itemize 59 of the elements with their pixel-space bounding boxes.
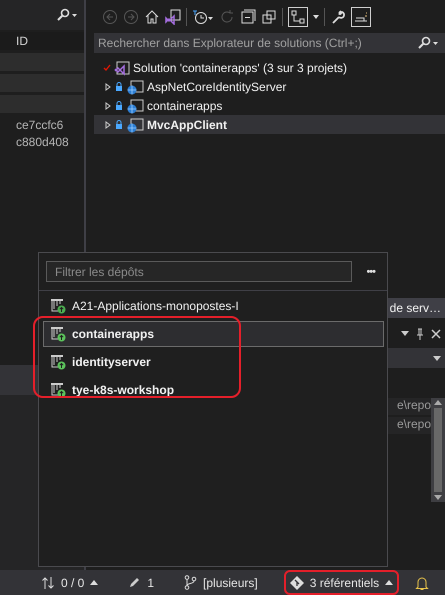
web-project-icon (126, 98, 144, 114)
branch-button[interactable]: [plusieurs] (180, 570, 262, 595)
expand-arrow-icon[interactable] (104, 102, 112, 110)
repository-item[interactable]: tye-k8s-workshop (43, 377, 384, 403)
copy-icon[interactable] (261, 8, 277, 24)
dropdown-caret-icon[interactable] (401, 331, 409, 337)
home-icon[interactable] (144, 8, 160, 24)
filter-field[interactable]: Filtrer les dépôts (46, 261, 352, 282)
visual-studio-icon[interactable] (165, 8, 181, 24)
repository-icon (50, 298, 66, 314)
web-project-icon (126, 116, 144, 132)
branch-icon (184, 575, 198, 590)
tree-item[interactable]: MvcAppClient (94, 115, 445, 134)
commit-id: ce7ccfc6 (16, 118, 64, 132)
expand-arrow-icon[interactable] (104, 82, 112, 90)
hierarchy-glyph (290, 8, 306, 24)
hierarchy-icon[interactable] (288, 6, 308, 26)
tree-item[interactable]: Solution 'containerapps' (3 sur 3 projets) (94, 58, 445, 77)
history-icon[interactable] (192, 8, 214, 24)
repository-item[interactable]: identityserver (43, 349, 384, 375)
search-icon[interactable] (56, 8, 78, 22)
check-icon (103, 64, 111, 72)
scroll-down-icon[interactable] (434, 495, 442, 500)
tree-item[interactable]: containerapps (94, 96, 445, 115)
lock-icon (115, 100, 123, 110)
scroll-up-icon[interactable] (434, 400, 442, 405)
repository-icon (50, 326, 66, 342)
repository-item[interactable]: containerapps (43, 321, 384, 347)
preview-icon[interactable] (351, 6, 371, 26)
caret-up-icon (90, 580, 98, 585)
commit-id: c880d408 (16, 134, 69, 148)
dropdown-caret-icon[interactable] (313, 14, 319, 18)
repository-icon (50, 382, 66, 398)
tree-item[interactable]: AspNetCoreIdentityServer (94, 77, 445, 96)
changes-button[interactable]: 1 (124, 570, 158, 595)
expand-arrow-icon[interactable] (104, 120, 112, 128)
solution-icon (114, 60, 130, 76)
scrollbar-thumb[interactable] (434, 408, 442, 492)
search-icon[interactable] (417, 36, 439, 50)
git-icon (290, 576, 304, 590)
column-header: ID (16, 34, 28, 48)
web-project-icon (126, 78, 144, 94)
pencil-icon (128, 576, 142, 589)
sync-button[interactable]: 0 / 0 (37, 570, 102, 595)
repository-icon (50, 354, 66, 370)
sync-arrows-icon (41, 576, 55, 590)
lock-icon (115, 82, 123, 92)
more-button[interactable]: ••• (360, 266, 381, 278)
repository-item[interactable]: A21-Applications-monopostes-I (43, 293, 384, 319)
caret-up-icon (385, 580, 394, 585)
panel-tab[interactable]: de serv… (386, 298, 445, 318)
close-icon[interactable] (431, 329, 441, 339)
repositories-button[interactable]: 3 référentiels (284, 570, 400, 595)
bell-icon[interactable] (415, 576, 430, 590)
wrench-icon[interactable] (330, 8, 346, 24)
collapse-all-icon[interactable] (240, 8, 256, 24)
lock-icon (115, 120, 123, 130)
dropdown-caret-icon[interactable] (433, 356, 441, 360)
pin-icon[interactable] (415, 328, 425, 340)
